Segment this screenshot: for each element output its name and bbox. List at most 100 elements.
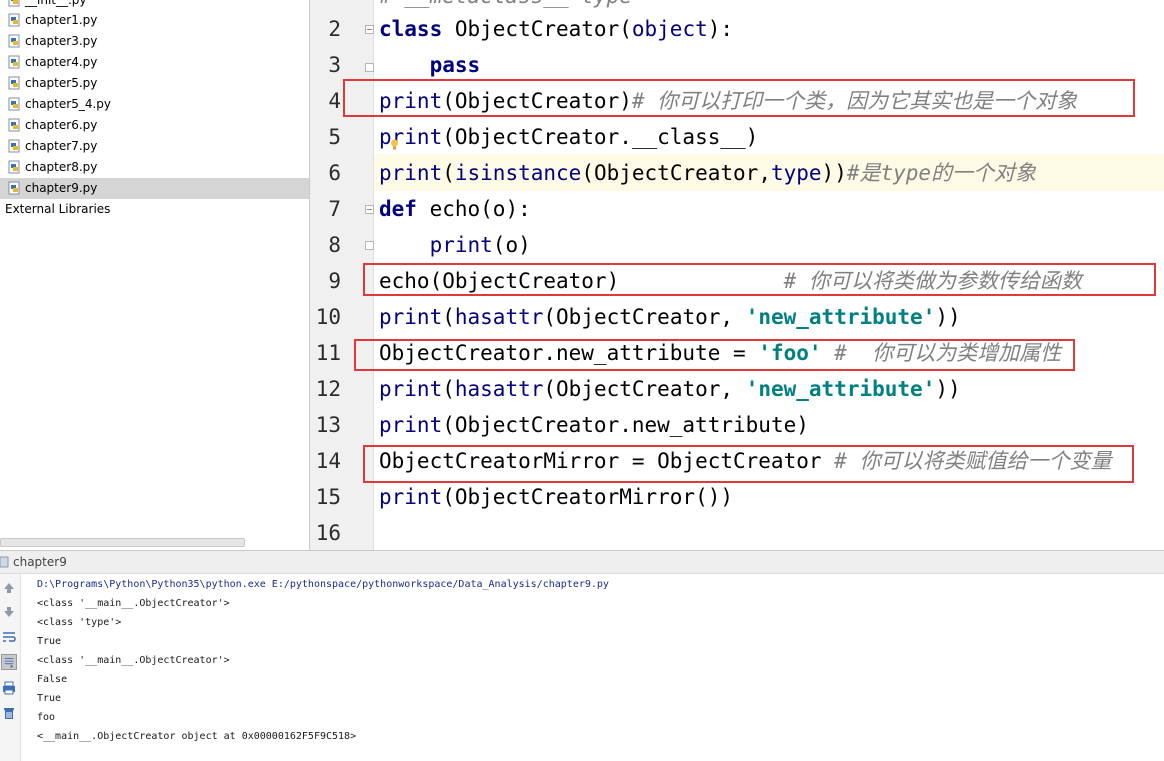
code-line[interactable]: print(ObjectCreator.__class__) xyxy=(379,119,758,155)
tree-item-chapter9[interactable]: chapter9.py xyxy=(0,178,309,199)
tree-item-label: chapter8.py xyxy=(25,160,98,174)
comment-token: # 你可以为类增加属性 xyxy=(834,341,1062,365)
down-arrow-icon[interactable] xyxy=(1,604,17,620)
console-line[interactable]: D:\Programs\Python\Python35\python.exe E… xyxy=(37,575,609,594)
tree-item-chapter3[interactable]: chapter3.py xyxy=(0,31,309,52)
code-line[interactable]: print(hasattr(ObjectCreator, 'new_attrib… xyxy=(379,371,961,407)
console-line: False xyxy=(37,674,68,685)
code-line[interactable]: ObjectCreator.new_attribute = 'foo' # 你可… xyxy=(379,335,1061,371)
code-line[interactable]: pass xyxy=(379,47,481,83)
code-token: (ObjectCreator.__class__) xyxy=(442,125,759,149)
fold-collapse-icon[interactable] xyxy=(365,25,374,34)
keyword-token: def xyxy=(379,197,417,221)
code-token: (ObjectCreator, xyxy=(543,377,746,401)
code-token: (ObjectCreatorMirror()) xyxy=(442,485,734,509)
code-token: ): xyxy=(707,17,734,41)
python-file-icon xyxy=(8,139,20,153)
code-token: )) xyxy=(935,377,961,401)
line-number: 3 xyxy=(328,53,341,77)
tree-item-label: chapter9.py xyxy=(25,181,98,195)
code-token: )) xyxy=(935,305,961,329)
soft-wrap-icon[interactable] xyxy=(1,629,17,645)
python-file-icon xyxy=(8,55,20,69)
python-file-icon xyxy=(8,97,20,111)
fold-end-icon[interactable] xyxy=(365,241,374,250)
comment-token: #是type的一个对象 xyxy=(846,161,1037,185)
horizontal-scrollbar[interactable] xyxy=(0,538,245,547)
line-number: 16 xyxy=(315,521,341,545)
code-token: )) xyxy=(821,161,847,185)
print-icon[interactable] xyxy=(1,680,17,696)
tree-item-chapter6[interactable]: chapter6.py xyxy=(0,115,309,136)
code-line[interactable]: ObjectCreatorMirror = ObjectCreator # 你可… xyxy=(379,443,1111,479)
python-file-icon xyxy=(8,13,20,27)
code-line[interactable]: print(o) xyxy=(379,227,531,263)
keyword-token: pass xyxy=(429,53,481,77)
console-line: foo xyxy=(37,712,56,723)
code-line[interactable]: print(hasattr(ObjectCreator, 'new_attrib… xyxy=(379,299,961,335)
tree-item-label: External Libraries xyxy=(5,202,111,216)
scroll-to-end-icon[interactable] xyxy=(1,654,17,670)
tree-item-chapter5[interactable]: chapter5.py xyxy=(0,73,309,94)
lightbulb-icon[interactable] xyxy=(390,139,399,151)
tree-item-chapter7[interactable]: chapter7.py xyxy=(0,136,309,157)
tree-item-chapter1[interactable]: chapter1.py xyxy=(0,10,309,31)
code-line[interactable]: class ObjectCreator(object): xyxy=(379,11,733,47)
tree-item-external-libraries[interactable]: External Libraries xyxy=(0,199,309,220)
builtin-token: type xyxy=(770,161,822,185)
tree-item-label: chapter3.py xyxy=(25,34,98,48)
tree-item-chapter8[interactable]: chapter8.py xyxy=(0,157,309,178)
builtin-token: print xyxy=(379,161,443,185)
python-file-icon xyxy=(8,160,20,174)
builtin-token: print xyxy=(379,89,443,113)
code-line[interactable]: echo(ObjectCreator) # 你可以将类做为参数传给函数 xyxy=(379,263,1082,299)
code-line[interactable]: print(isinstance(ObjectCreator,type))#是t… xyxy=(379,155,1036,191)
fold-collapse-icon[interactable] xyxy=(365,205,374,214)
line-number: 15 xyxy=(315,485,341,509)
string-token: 'new_attribute' xyxy=(745,305,936,329)
code-line[interactable]: print(ObjectCreator)# 你可以打印一个类，因为它其实也是一个… xyxy=(379,83,1077,119)
fold-end-icon[interactable] xyxy=(365,63,374,72)
tree-item-label: chapter5.py xyxy=(25,76,98,90)
code-line[interactable]: print(ObjectCreatorMirror()) xyxy=(379,479,733,515)
line-number: 10 xyxy=(315,305,341,329)
code-line[interactable]: def echo(o): xyxy=(379,191,531,227)
line-number-gutter: 2 3 4 5 6 7 8 9 10 11 12 13 14 15 16 xyxy=(310,0,374,550)
line-number: 8 xyxy=(328,233,341,257)
builtin-token: hasattr xyxy=(454,377,544,401)
up-arrow-icon[interactable] xyxy=(1,580,17,596)
line-number: 4 xyxy=(328,89,341,113)
comment-token: # 你可以将类赋值给一个变量 xyxy=(834,449,1112,473)
line-number: 2 xyxy=(328,17,341,41)
tree-item-chapter5-4[interactable]: chapter5_4.py xyxy=(0,94,309,115)
console-line: <class '__main__.ObjectCreator'> xyxy=(37,655,230,666)
code-token: (ObjectCreator.new_attribute) xyxy=(442,413,809,437)
builtin-token: isinstance xyxy=(454,161,582,185)
tree-item-label: chapter4.py xyxy=(25,55,98,69)
comment-token: # 你可以打印一个类，因为它其实也是一个对象 xyxy=(631,89,1078,113)
trash-icon[interactable] xyxy=(1,705,17,721)
console-line: True xyxy=(37,636,62,647)
console-line: <__main__.ObjectCreator object at 0x0000… xyxy=(37,731,357,742)
project-tree-panel: __init__.py chapter1.py chapter3.py chap… xyxy=(0,0,310,550)
run-tab-label[interactable]: chapter9 xyxy=(13,555,67,569)
python-file-icon xyxy=(8,76,20,90)
code-token: ( xyxy=(442,305,455,329)
comment-token: # 你可以将类做为参数传给函数 xyxy=(783,269,1082,293)
string-token: 'foo' xyxy=(758,341,822,365)
console-line: True xyxy=(37,693,62,704)
builtin-token: print xyxy=(429,233,493,257)
line-number: 12 xyxy=(315,377,341,401)
code-token: ( xyxy=(442,161,455,185)
run-console-output[interactable]: D:\Programs\Python\Python35\python.exe E… xyxy=(21,574,1164,761)
python-file-icon xyxy=(8,0,20,7)
code-line[interactable]: print(ObjectCreator.new_attribute) xyxy=(379,407,809,443)
tree-item-chapter4[interactable]: chapter4.py xyxy=(0,52,309,73)
line-number: 13 xyxy=(315,413,341,437)
code-editor[interactable]: 2 3 4 5 6 7 8 9 10 11 12 13 14 15 16 # _… xyxy=(310,0,1164,550)
console-line: <class 'type'> xyxy=(37,617,122,628)
